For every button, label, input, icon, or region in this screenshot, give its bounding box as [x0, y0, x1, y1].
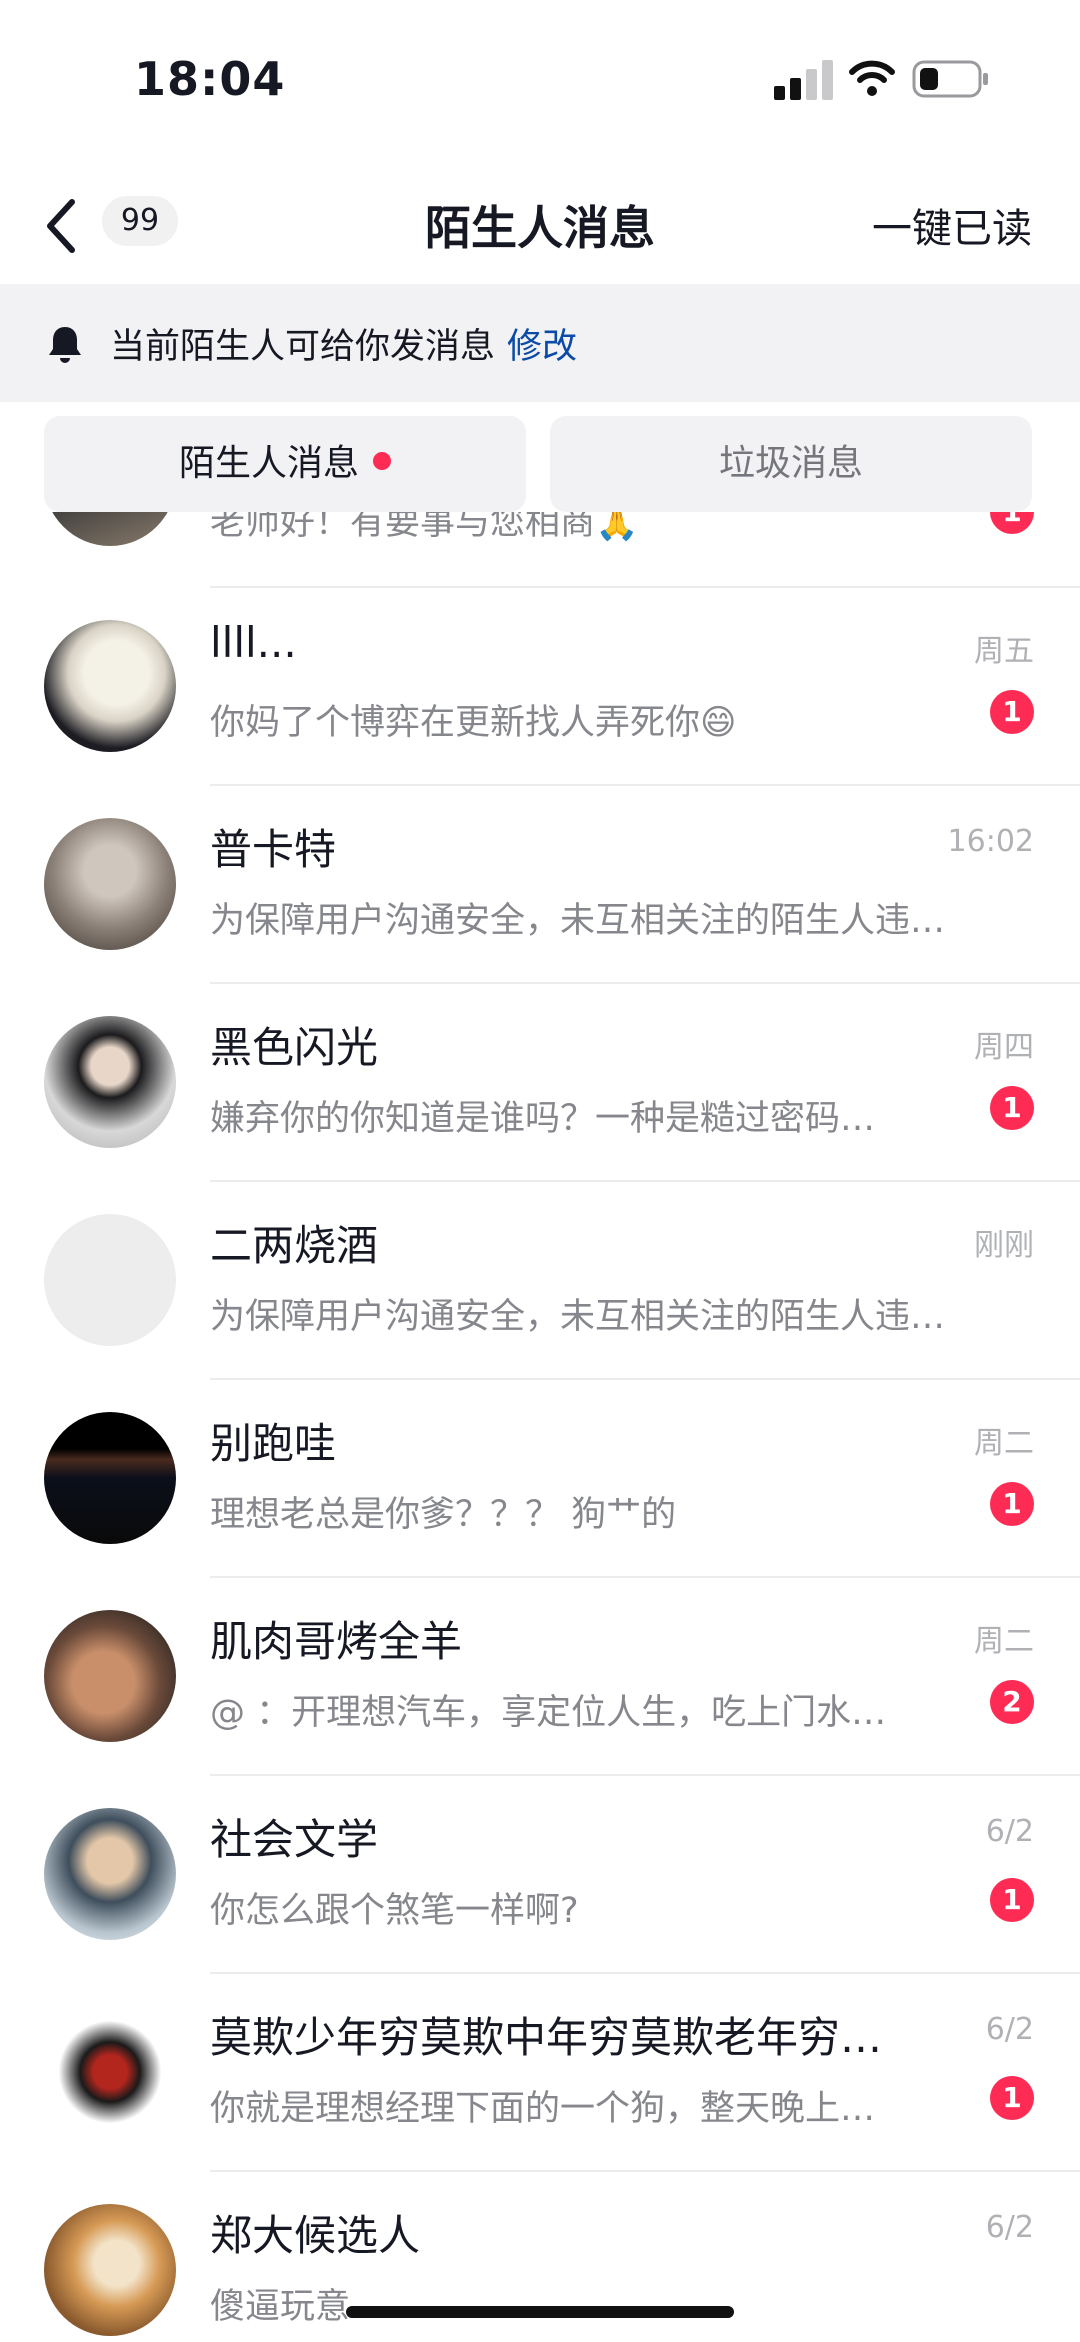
message-preview: 为保障用户沟通安全，未互相关注的陌生人违… — [210, 1297, 946, 1337]
unread-badge: 1 — [990, 1878, 1034, 1922]
message-time: 周四 — [974, 1030, 1034, 1065]
message-time: 6/2 — [985, 2210, 1034, 2245]
permission-notice: 当前陌生人可给你发消息 修改 — [0, 284, 1080, 402]
message-time: 刚刚 — [974, 1228, 1034, 1263]
conversation-row[interactable]: 二两烧酒 刚刚 为保障用户沟通安全，未互相关注的陌生人违… — [0, 1182, 1080, 1380]
conversation-row[interactable]: 别跑哇 周二 理想老总是你爹？？？ 狗艹的 1 — [0, 1380, 1080, 1578]
contact-name: 社会文学 — [210, 1815, 379, 1864]
cellular-signal-icon — [774, 60, 833, 100]
modify-link[interactable]: 修改 — [507, 327, 577, 367]
message-time: 周五 — [974, 634, 1034, 669]
unread-badge: 1 — [990, 690, 1034, 734]
avatar — [44, 1412, 176, 1544]
battery-icon — [912, 60, 988, 98]
message-preview: 你就是理想经理下面的一个狗，整天晚上… — [210, 2089, 876, 2129]
conversation-row[interactable]: 黑色闪光 周四 嫌弃你的你知道是谁吗？一种是糙过密码… 1 — [0, 984, 1080, 1182]
unread-badge: 2 — [990, 1680, 1034, 1724]
contact-name: 肌肉哥烤全羊 — [210, 1617, 463, 1666]
avatar — [44, 1808, 176, 1940]
message-time: 周二 — [974, 1624, 1034, 1659]
message-time: 6/2 — [985, 2012, 1034, 2047]
avatar — [44, 1214, 176, 1346]
contact-name: 黑色闪光 — [210, 1023, 379, 1072]
unread-badge: 1 — [990, 2076, 1034, 2120]
avatar — [44, 818, 176, 950]
tab-spam-messages[interactable]: 垃圾消息 — [550, 416, 1032, 512]
unread-badge: 1 — [990, 512, 1034, 534]
avatar — [44, 620, 176, 752]
message-preview: 理想老总是你爹？？？ 狗艹的 — [210, 1495, 677, 1535]
unread-dot — [373, 452, 391, 470]
message-preview: 老师好！有要事与您相商🙏 — [210, 512, 639, 543]
notice-text: 当前陌生人可给你发消息 修改 — [110, 318, 577, 369]
avatar — [44, 2006, 176, 2138]
bell-icon — [49, 327, 81, 363]
unread-badge: 1 — [990, 1086, 1034, 1130]
avatar — [44, 512, 176, 546]
notice-label: 当前陌生人可给你发消息 — [110, 327, 496, 367]
tab-stranger-messages[interactable]: 陌生人消息 — [44, 416, 526, 512]
mark-all-read-button[interactable]: 一键已读 — [872, 196, 1032, 254]
message-preview: 你妈了个博弈在更新找人弄死你😄 — [210, 703, 737, 743]
contact-name: 莫欺少年穷莫欺中年穷莫欺老年穷… — [210, 2013, 883, 2062]
message-preview: 你怎么跟个煞笔一样啊? — [210, 1891, 579, 1931]
conversation-list[interactable]: 老师好！有要事与您相商🙏 1 llll... 周五 你妈了个博弈在更新找人弄死你… — [0, 512, 1080, 2342]
contact-name: 郑大候选人 — [210, 2211, 421, 2260]
conversation-row[interactable]: 莫欺少年穷莫欺中年穷莫欺老年穷… 6/2 你就是理想经理下面的一个狗，整天晚上…… — [0, 1974, 1080, 2172]
message-preview: 嫌弃你的你知道是谁吗？一种是糙过密码… — [210, 1099, 876, 1139]
tab-stranger-label: 陌生人消息 — [178, 443, 359, 484]
message-preview: @ ：开理想汽车，享定位人生，吃上门水… — [210, 1693, 887, 1733]
status-bar: 18:04 — [0, 0, 1080, 150]
contact-name: 二两烧酒 — [210, 1221, 379, 1270]
message-time: 16:02 — [947, 824, 1034, 859]
message-time: 周二 — [974, 1426, 1034, 1461]
navigation-bar: 99 陌生人消息 一键已读 — [0, 170, 1080, 280]
wifi-icon — [849, 60, 895, 96]
avatar — [44, 1016, 176, 1148]
home-indicator[interactable] — [346, 2306, 734, 2318]
conversation-row[interactable]: 普卡特 16:02 为保障用户沟通安全，未互相关注的陌生人违… — [0, 786, 1080, 984]
conversation-row[interactable]: 老师好！有要事与您相商🙏 1 — [0, 512, 1080, 588]
status-time: 18:04 — [134, 52, 286, 106]
contact-name: 别跑哇 — [210, 1419, 337, 1468]
avatar — [44, 2204, 176, 2336]
tab-spam-label: 垃圾消息 — [718, 443, 863, 484]
contact-name: 普卡特 — [210, 825, 337, 874]
avatar — [44, 1610, 176, 1742]
unread-badge: 1 — [990, 1482, 1034, 1526]
contact-name: llll... — [210, 618, 297, 667]
conversation-row[interactable]: 肌肉哥烤全羊 周二 @ ：开理想汽车，享定位人生，吃上门水… 2 — [0, 1578, 1080, 1776]
conversation-row[interactable]: 社会文学 6/2 你怎么跟个煞笔一样啊? 1 — [0, 1776, 1080, 1974]
conversation-row[interactable]: llll... 周五 你妈了个博弈在更新找人弄死你😄 1 — [0, 588, 1080, 786]
message-time: 6/2 — [985, 1814, 1034, 1849]
message-preview: 为保障用户沟通安全，未互相关注的陌生人违… — [210, 901, 946, 941]
message-preview: 傻逼玩意 — [210, 2287, 351, 2327]
